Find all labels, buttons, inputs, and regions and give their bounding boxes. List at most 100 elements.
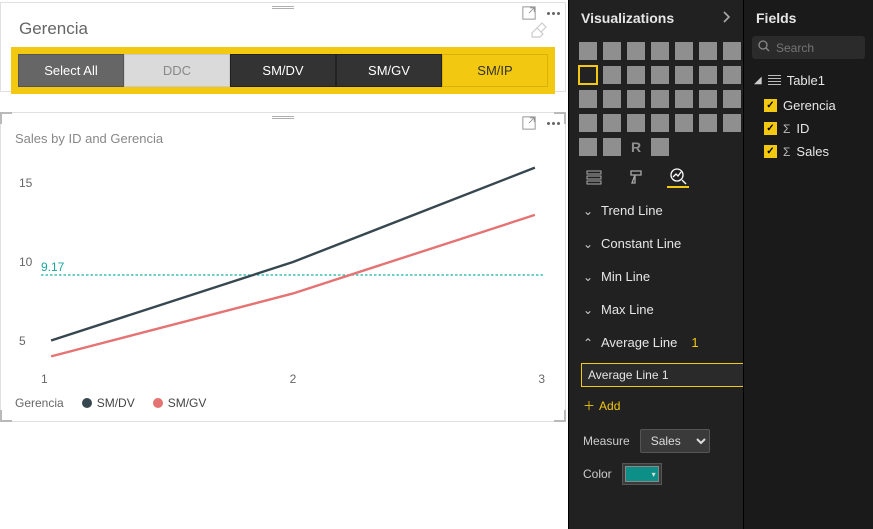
sigma-icon: Σ — [783, 122, 790, 136]
search-icon — [758, 40, 770, 55]
collapse-pane-icon[interactable] — [721, 10, 731, 26]
chart-plot-area: 15 10 5 9.17 — [41, 152, 545, 372]
accordion-average-line[interactable]: ⌃ Average Line 1 — [569, 326, 743, 359]
viz-import-custom-icon[interactable] — [651, 138, 669, 156]
slicer-option-ddc[interactable]: DDC — [124, 54, 230, 87]
color-swatch: ▾ — [625, 466, 659, 482]
chart-svg — [41, 152, 545, 372]
fields-pane: Fields ◢ Table1 ✓ Gerencia ✓ Σ ID ✓ Σ Sa… — [743, 0, 873, 529]
viz-matrix-icon[interactable] — [699, 114, 717, 132]
viz-line-chart-icon[interactable] — [579, 66, 597, 84]
checkbox-checked-icon[interactable]: ✓ — [764, 99, 777, 112]
field-gerencia[interactable]: ✓ Gerencia — [744, 94, 873, 117]
slicer-select-all[interactable]: Select All — [18, 54, 124, 87]
viz-filled-map-icon[interactable] — [675, 90, 693, 108]
table-node-table1[interactable]: ◢ Table1 — [744, 67, 873, 94]
viz-card-icon[interactable] — [579, 114, 597, 132]
viz-kpi-icon[interactable] — [627, 114, 645, 132]
max-line-label: Max Line — [601, 302, 654, 317]
viz-stacked-area-icon[interactable] — [627, 66, 645, 84]
viz-area-chart-icon[interactable] — [603, 66, 621, 84]
chevron-down-icon: ⌄ — [583, 303, 593, 317]
line-chart-visual[interactable]: Sales by ID and Gerencia 15 10 5 9.17 1 … — [0, 112, 566, 422]
viz-key-influencers-icon[interactable] — [603, 138, 621, 156]
accordion-max-line[interactable]: ⌄ Max Line — [569, 293, 743, 326]
viz-multirow-card-icon[interactable] — [603, 114, 621, 132]
slicer-visual[interactable]: Gerencia Select All DDC SM/DV SM/GV SM/I… — [0, 2, 566, 92]
legend-title: Gerencia — [15, 396, 64, 410]
slicer-option-smgv[interactable]: SM/GV — [336, 54, 442, 87]
color-property-row: Color ▾ — [569, 458, 743, 490]
y-tick-15: 15 — [19, 176, 32, 190]
viz-waterfall-icon[interactable] — [699, 66, 717, 84]
viz-donut-icon[interactable] — [603, 90, 621, 108]
field-sales[interactable]: ✓ Σ Sales — [744, 140, 873, 163]
visualizations-header[interactable]: Visualizations — [569, 0, 743, 36]
tab-analytics-icon[interactable] — [667, 166, 689, 188]
table-icon — [768, 75, 781, 86]
chevron-down-icon: ⌄ — [583, 237, 593, 251]
viz-funnel-icon[interactable] — [699, 90, 717, 108]
slicer-option-smip[interactable]: SM/IP — [442, 54, 548, 87]
chevron-down-icon: ⌄ — [583, 270, 593, 284]
viz-table-icon[interactable] — [675, 114, 693, 132]
legend-swatch-smdv — [82, 398, 92, 408]
add-label: Add — [599, 399, 620, 413]
legend-item-smdv[interactable]: SM/DV — [82, 396, 135, 410]
measure-property-row: Measure Sales — [569, 424, 743, 458]
tab-format-icon[interactable] — [625, 166, 647, 188]
slicer-buttons: Select All DDC SM/DV SM/GV SM/IP — [11, 47, 555, 94]
viz-arcgis-icon[interactable] — [723, 114, 741, 132]
y-tick-5: 5 — [19, 334, 26, 348]
viz-gauge-icon[interactable] — [723, 90, 741, 108]
viz-treemap-icon[interactable] — [627, 90, 645, 108]
checkbox-checked-icon[interactable]: ✓ — [764, 145, 777, 158]
viz-stacked-bar-icon[interactable] — [579, 42, 597, 60]
field-label-sales: Sales — [796, 144, 829, 159]
color-picker[interactable]: ▾ — [622, 463, 662, 485]
accordion-min-line[interactable]: ⌄ Min Line — [569, 260, 743, 293]
add-average-line-button[interactable]: ＋ Add — [569, 391, 743, 424]
viz-slicer-icon[interactable] — [651, 114, 669, 132]
viz-r-script-icon[interactable]: R — [627, 138, 645, 156]
clear-selection-icon[interactable] — [529, 20, 547, 38]
viz-pie-icon[interactable] — [579, 90, 597, 108]
legend-label-smgv: SM/GV — [168, 396, 207, 410]
accordion-constant-line[interactable]: ⌄ Constant Line — [569, 227, 743, 260]
focus-mode-icon[interactable] — [521, 5, 537, 21]
checkbox-checked-icon[interactable]: ✓ — [764, 122, 777, 135]
average-line-label: 9.17 — [41, 260, 64, 274]
measure-select[interactable]: Sales — [640, 429, 710, 453]
fields-search[interactable] — [752, 36, 865, 59]
viz-line-stacked-column-icon[interactable] — [651, 66, 669, 84]
table-name: Table1 — [787, 73, 825, 88]
slicer-option-smdv[interactable]: SM/DV — [230, 54, 336, 87]
viz-stacked-column-icon[interactable] — [603, 42, 621, 60]
focus-mode-icon[interactable] — [521, 115, 537, 131]
fields-header[interactable]: Fields — [744, 0, 873, 36]
accordion-trend-line[interactable]: ⌄ Trend Line — [569, 194, 743, 227]
viz-clustered-bar-icon[interactable] — [627, 42, 645, 60]
field-id[interactable]: ✓ Σ ID — [744, 117, 873, 140]
more-options-icon[interactable] — [545, 115, 561, 131]
legend-item-smgv[interactable]: SM/GV — [153, 396, 207, 410]
drag-handle-icon[interactable] — [272, 116, 294, 122]
viz-ribbon-icon[interactable] — [723, 42, 741, 60]
sigma-icon: Σ — [783, 145, 790, 159]
viz-100-stacked-bar-icon[interactable] — [675, 42, 693, 60]
viz-scatter-icon[interactable] — [723, 66, 741, 84]
tab-fields-icon[interactable] — [583, 166, 605, 188]
viz-python-icon[interactable] — [579, 138, 597, 156]
expand-triangle-icon: ◢ — [754, 75, 762, 86]
more-options-icon[interactable] — [545, 5, 561, 21]
viz-clustered-column-icon[interactable] — [651, 42, 669, 60]
legend-label-smdv: SM/DV — [97, 396, 135, 410]
chart-legend: Gerencia SM/DV SM/GV — [15, 396, 551, 410]
field-label-gerencia: Gerencia — [783, 98, 836, 113]
average-line-name-input[interactable] — [581, 363, 750, 387]
viz-map-icon[interactable] — [651, 90, 669, 108]
viz-100-stacked-column-icon[interactable] — [699, 42, 717, 60]
fields-search-input[interactable] — [776, 41, 873, 55]
viz-line-clustered-column-icon[interactable] — [675, 66, 693, 84]
drag-handle-icon[interactable] — [272, 6, 294, 12]
